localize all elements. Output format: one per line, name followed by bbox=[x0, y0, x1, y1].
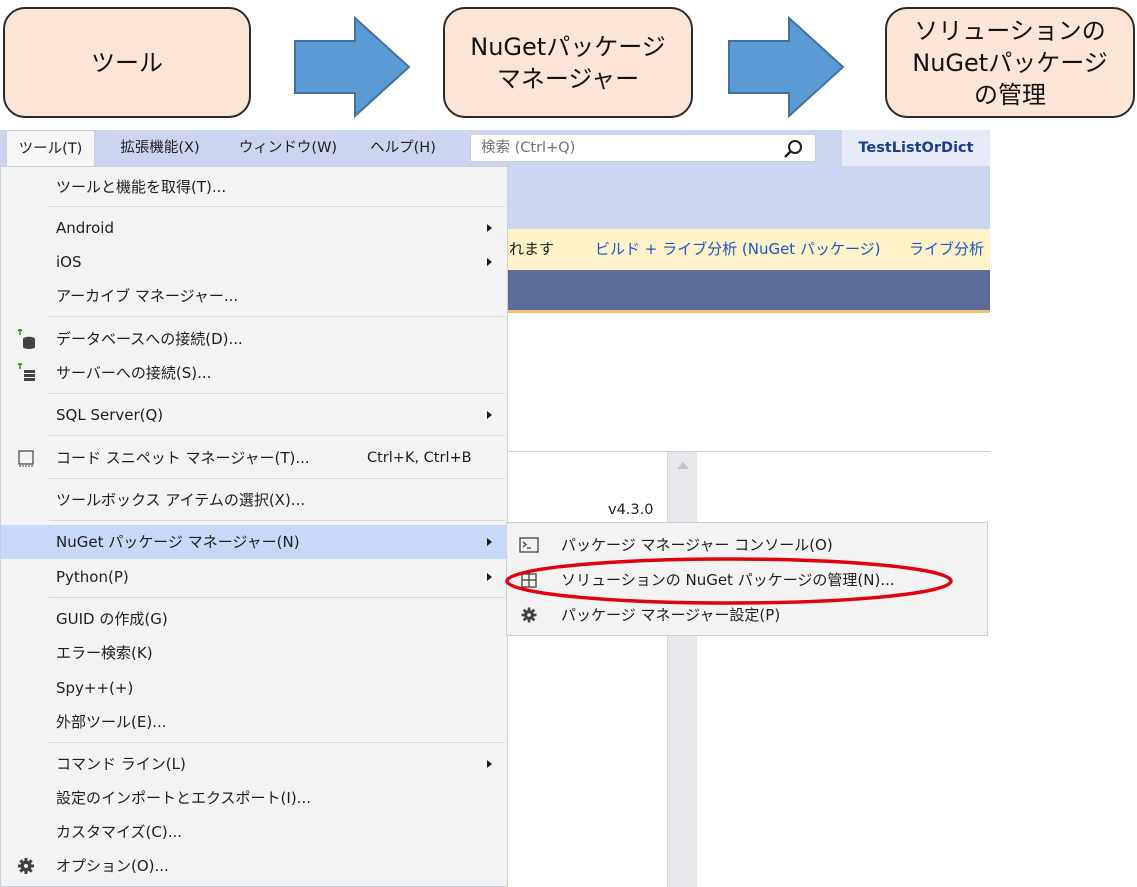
flow-step-tools: ツール bbox=[3, 7, 251, 118]
menu-item-create-guid[interactable]: GUID の作成(G) bbox=[1, 602, 507, 636]
menubar: ツール(T) 拡張機能(X) ウィンドウ(W) ヘルプ(H) 検索 (Ctrl+… bbox=[0, 130, 990, 166]
menu-item-sql-server[interactable]: SQL Server(Q) bbox=[1, 398, 507, 432]
divider bbox=[505, 451, 990, 452]
menubar-item-tools[interactable]: ツール(T) bbox=[6, 130, 95, 166]
flow-arrow-1-icon bbox=[294, 16, 411, 118]
menu-separator bbox=[49, 206, 505, 207]
tab-strip-underline bbox=[505, 310, 990, 313]
menu-item-external-tools[interactable]: 外部ツール(E)... bbox=[1, 705, 507, 739]
menu-item-label: GUID の作成(G) bbox=[56, 610, 168, 628]
menu-item-label: ツールボックス アイテムの選択(X)... bbox=[56, 491, 306, 509]
menu-item-archive-manager[interactable]: アーカイブ マネージャー... bbox=[1, 279, 507, 313]
menu-item-label: コード スニペット マネージャー(T)... bbox=[56, 449, 310, 467]
scroll-up-icon[interactable] bbox=[677, 462, 689, 469]
search-icon[interactable] bbox=[783, 139, 803, 159]
server-connect-icon bbox=[17, 363, 35, 381]
menu-separator bbox=[49, 520, 505, 521]
menu-item-spy-plus-plus[interactable]: Spy++(+) bbox=[1, 671, 507, 705]
menu-item-options[interactable]: オプション(O)... bbox=[1, 849, 507, 883]
menubar-item-window[interactable]: ウィンドウ(W) bbox=[230, 130, 346, 166]
submenu-arrow-icon bbox=[487, 224, 492, 232]
menu-item-choose-toolbox-items[interactable]: ツールボックス アイテムの選択(X)... bbox=[1, 483, 507, 517]
menu-separator bbox=[49, 393, 505, 394]
menu-separator bbox=[49, 478, 505, 479]
menu-item-label: 外部ツール(E)... bbox=[56, 713, 167, 731]
search-input[interactable]: 検索 (Ctrl+Q) bbox=[470, 134, 816, 162]
tools-menu: ツールと機能を取得(T)... Android iOS アーカイブ マネージャー… bbox=[0, 166, 508, 887]
menubar-item-extensions[interactable]: 拡張機能(X) bbox=[102, 130, 218, 166]
project-name: TestListOrDict bbox=[842, 130, 990, 166]
menu-item-label: Android bbox=[56, 219, 114, 237]
console-icon bbox=[519, 537, 539, 553]
menu-item-customize[interactable]: カスタマイズ(C)... bbox=[1, 815, 507, 849]
document-tab-strip bbox=[505, 270, 990, 310]
menu-item-label: アーカイブ マネージャー... bbox=[56, 287, 239, 305]
menubar-item-help[interactable]: ヘルプ(H) bbox=[356, 130, 450, 166]
flow-step-manage-solution-packages-label: ソリューションの NuGetパッケージ の管理 bbox=[912, 16, 1108, 109]
info-bar-link-build-live-analysis[interactable]: ビルド + ライブ分析 (NuGet パッケージ) bbox=[595, 229, 881, 269]
gear-icon bbox=[521, 607, 537, 623]
menu-item-label: Spy++(+) bbox=[56, 679, 134, 697]
menu-item-connect-server[interactable]: サーバーへの接続(S)... bbox=[1, 356, 507, 390]
toolbar-area bbox=[505, 166, 990, 229]
menu-item-label: 設定のインポートとエクスポート(I)... bbox=[56, 789, 311, 807]
menu-item-label: iOS bbox=[56, 253, 82, 271]
menu-separator bbox=[49, 597, 505, 598]
menu-item-label: Python(P) bbox=[56, 568, 129, 586]
menu-item-shortcut: Ctrl+K, Ctrl+B bbox=[367, 450, 472, 466]
info-bar-text: れます bbox=[509, 240, 555, 258]
menu-separator bbox=[49, 742, 505, 743]
version-label: v4.3.0 bbox=[608, 502, 654, 518]
search-placeholder: 検索 (Ctrl+Q) bbox=[481, 140, 576, 156]
submenu-arrow-icon bbox=[487, 258, 492, 266]
menu-item-get-tools-and-features[interactable]: ツールと機能を取得(T)... bbox=[1, 170, 507, 204]
menu-item-label: サーバーへの接続(S)... bbox=[56, 364, 212, 382]
menu-item-python[interactable]: Python(P) bbox=[1, 560, 507, 594]
flow-step-manage-solution-packages: ソリューションの NuGetパッケージ の管理 bbox=[885, 7, 1135, 118]
submenu-arrow-icon bbox=[487, 760, 492, 768]
flow-arrow-2-icon bbox=[728, 16, 845, 118]
menu-item-command-line[interactable]: コマンド ライン(L) bbox=[1, 747, 507, 781]
menu-item-label: NuGet パッケージ マネージャー(N) bbox=[56, 533, 300, 551]
menu-item-label: エラー検索(K) bbox=[56, 644, 153, 662]
menu-item-label: コマンド ライン(L) bbox=[56, 755, 186, 773]
gear-icon bbox=[18, 858, 34, 874]
callout-ellipse bbox=[505, 557, 953, 605]
flow-step-tools-label: ツール bbox=[91, 48, 163, 77]
submenu-arrow-icon bbox=[487, 538, 492, 546]
menu-separator bbox=[49, 316, 505, 317]
menu-item-connect-database[interactable]: データベースへの接続(D)... bbox=[1, 322, 507, 356]
code-snippet-icon bbox=[18, 450, 34, 467]
info-bar-link-live-analysis[interactable]: ライブ分析 bbox=[909, 229, 984, 269]
menu-item-android[interactable]: Android bbox=[1, 211, 507, 245]
menu-separator bbox=[49, 435, 505, 436]
menu-item-label: カスタマイズ(C)... bbox=[56, 823, 183, 841]
menu-item-import-export-settings[interactable]: 設定のインポートとエクスポート(I)... bbox=[1, 781, 507, 815]
database-connect-icon bbox=[17, 329, 35, 349]
flow-step-nuget-manager-label: NuGetパッケージ マネージャー bbox=[470, 32, 666, 93]
menu-item-error-lookup[interactable]: エラー検索(K) bbox=[1, 636, 507, 670]
flow-step-nuget-manager: NuGetパッケージ マネージャー bbox=[443, 7, 693, 118]
menu-item-ios[interactable]: iOS bbox=[1, 245, 507, 279]
menu-item-label: オプション(O)... bbox=[56, 857, 169, 875]
submenu-arrow-icon bbox=[487, 573, 492, 581]
menu-item-label: データベースへの接続(D)... bbox=[56, 330, 243, 348]
menu-item-label: SQL Server(Q) bbox=[56, 406, 164, 424]
menu-item-nuget-package-manager[interactable]: NuGet パッケージ マネージャー(N) bbox=[1, 525, 507, 559]
menu-item-label: ツールと機能を取得(T)... bbox=[56, 178, 227, 196]
submenu-arrow-icon bbox=[487, 411, 492, 419]
info-bar: れます ビルド + ライブ分析 (NuGet パッケージ) ライブ分析 bbox=[505, 229, 990, 270]
menu-item-code-snippets-manager[interactable]: コード スニペット マネージャー(T)... Ctrl+K, Ctrl+B bbox=[1, 441, 507, 475]
vertical-scrollbar[interactable] bbox=[667, 452, 697, 887]
